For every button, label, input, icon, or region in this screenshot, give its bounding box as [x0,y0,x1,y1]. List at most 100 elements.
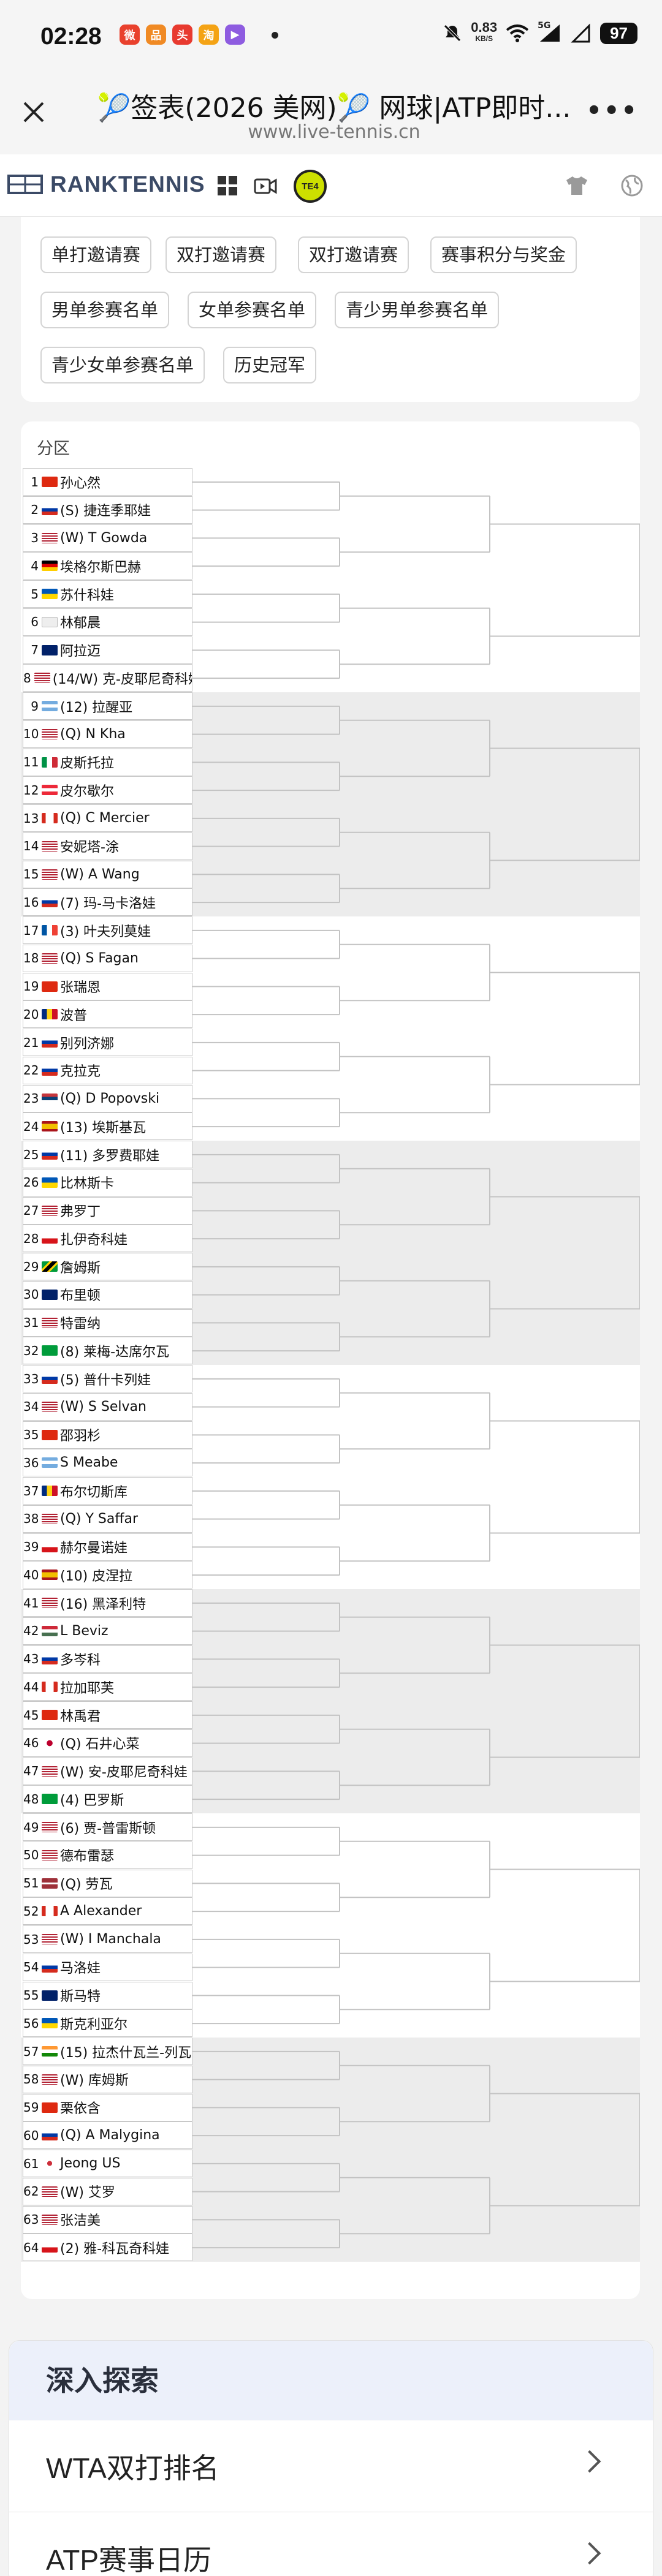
draw-position: 17 [23,923,39,938]
explore-link[interactable]: WTA双打排名 [9,2420,653,2512]
tag-link[interactable]: 男单参赛名单 [40,292,170,328]
player-row[interactable]: 3 (W) T Gowda [23,524,192,552]
player-row[interactable]: 55 斯马特 [23,1981,192,2009]
player-row[interactable]: 23 (Q) D Popovski [23,1084,192,1112]
flag-icon [42,1849,58,1860]
draw-position: 34 [23,1399,39,1415]
draw-position: 43 [23,1652,39,1666]
player-row[interactable]: 61 Jeong US [23,2150,192,2177]
player-row[interactable]: 25 (11) 多罗费耶娃 [23,1141,192,1168]
player-row[interactable]: 30 布里顿 [23,1280,192,1309]
player-row[interactable]: 64 (2) 雅-科瓦奇科娃 [23,2234,192,2262]
player-row[interactable]: 46 (Q) 石井心菜 [23,1729,192,1757]
player-name: 多岑科 [60,1653,101,1668]
player-row[interactable]: 48 (4) 巴罗斯 [23,1785,192,1813]
player-row[interactable]: 60 (Q) A Malygina [23,2121,192,2150]
player-name: 布里顿 [60,1288,101,1304]
player-name: (W) A Wang [60,866,140,882]
flag-icon [42,1205,58,1216]
player-row[interactable]: 8 (14/W) 克-皮耶尼奇科娃 [23,664,192,692]
tag-link[interactable]: 双打邀请赛 [166,236,277,273]
player-row[interactable]: 26 比林斯卡 [23,1168,192,1196]
player-row[interactable]: 50 德布雷瑟 [23,1841,192,1869]
event-links-card: 单打邀请赛 双打邀请赛 双打邀请赛 赛事积分与奖金 男单参赛名单 女单参赛名单 … [21,217,640,402]
player-row[interactable]: 29 詹姆斯 [23,1253,192,1280]
page-url[interactable]: www.live-tennis.cn [92,121,576,143]
player-row[interactable]: 2 (S) 捷连季耶娃 [23,496,192,524]
player-row[interactable]: 28 扎伊奇科娃 [23,1225,192,1253]
player-row[interactable]: 56 斯克利亚尔 [23,2009,192,2038]
player-row[interactable]: 24 (13) 埃斯基瓦 [23,1112,192,1141]
draw-position: 48 [23,1791,39,1807]
player-row[interactable]: 51 (Q) 劳瓦 [23,1869,192,1897]
player-row[interactable]: 20 波普 [23,1000,192,1029]
player-row[interactable]: 36 S Meabe [23,1449,192,1477]
player-row[interactable]: 16 (7) 玛-马卡洛娃 [23,888,192,916]
player-row[interactable]: 13 (Q) C Mercier [23,804,192,832]
player-row[interactable]: 63 张洁美 [23,2205,192,2234]
tag-link[interactable]: 赛事积分与奖金 [430,236,577,273]
te4-badge[interactable]: TE4 [292,168,329,205]
player-name: (Q) Y Saffar [60,1511,139,1527]
player-row[interactable]: 14 安妮塔-涂 [23,832,192,860]
player-row[interactable]: 31 特雷纳 [23,1309,192,1337]
more-menu-button[interactable]: ••• [586,97,639,125]
tag-link[interactable]: 双打邀请赛 [298,236,409,273]
player-row[interactable]: 15 (W) A Wang [23,860,192,888]
player-row[interactable]: 21 别列济娜 [23,1029,192,1056]
player-row[interactable]: 42 L Beviz [23,1617,192,1645]
player-row[interactable]: 47 (W) 安-皮耶尼奇科娃 [23,1757,192,1785]
explore-link[interactable]: ATP赛事日历 [9,2512,653,2576]
player-row[interactable]: 41 (16) 黑泽利特 [23,1589,192,1617]
player-row[interactable]: 44 拉加耶芙 [23,1673,192,1701]
globe-icon[interactable] [619,173,645,198]
player-row[interactable]: 1 孙心然 [23,468,192,496]
explore-title: 深入探索 [9,2341,653,2420]
site-logo[interactable]: RANKTENNIS [7,172,205,197]
player-row[interactable]: 19 张瑞恩 [23,972,192,1000]
player-row[interactable]: 12 皮尔歇尔 [23,776,192,804]
player-row[interactable]: 40 (10) 皮涅拉 [23,1561,192,1589]
player-row[interactable]: 11 皮斯托拉 [23,748,192,776]
player-row[interactable]: 7 阿拉迈 [23,636,192,664]
player-row[interactable]: 10 (Q) N Kha [23,720,192,748]
player-row[interactable]: 27 弗罗丁 [23,1196,192,1225]
player-row[interactable]: 49 (6) 贾-普雷斯顿 [23,1813,192,1841]
player-row[interactable]: 6 林郁晨 [23,608,192,636]
player-row[interactable]: 37 布尔切斯库 [23,1477,192,1505]
player-row[interactable]: 45 林禹君 [23,1701,192,1729]
flag-icon [42,1990,58,2001]
grid-menu-icon[interactable] [215,173,240,198]
player-row[interactable]: 35 邵羽杉 [23,1421,192,1449]
player-row[interactable]: 33 (5) 普什卡列娃 [23,1365,192,1392]
player-row[interactable]: 62 (W) 艾罗 [23,2177,192,2205]
player-row[interactable]: 58 (W) 库姆斯 [23,2065,192,2093]
player-row[interactable]: 54 马洛娃 [23,1953,192,1981]
video-icon[interactable] [253,173,278,198]
player-row[interactable]: 38 (Q) Y Saffar [23,1505,192,1533]
player-row[interactable]: 53 (W) I Manchala [23,1925,192,1953]
player-name: 弗罗丁 [60,1204,101,1220]
player-row[interactable]: 18 (Q) S Fagan [23,944,192,972]
close-button[interactable] [18,97,49,127]
draw-position: 45 [23,1707,39,1723]
player-row[interactable]: 9 (12) 拉醒亚 [23,692,192,720]
player-row[interactable]: 4 埃格尔斯巴赫 [23,552,192,580]
tag-link[interactable]: 青少女单参赛名单 [40,347,205,383]
player-row[interactable]: 59 栗依含 [23,2093,192,2121]
player-row[interactable]: 57 (15) 拉杰什瓦兰-列瓦蒂 [23,2038,192,2065]
player-row[interactable]: 52 A Alexander [23,1897,192,1925]
player-row[interactable]: 5 苏什科娃 [23,580,192,608]
player-row[interactable]: 43 多岑科 [23,1645,192,1673]
player-row[interactable]: 22 克拉克 [23,1056,192,1084]
tag-link[interactable]: 青少男单参赛名单 [335,292,500,328]
tag-link[interactable]: 单打邀请赛 [40,236,152,273]
player-row[interactable]: 39 赫尔曼诺娃 [23,1533,192,1561]
player-row[interactable]: 34 (W) S Selvan [23,1392,192,1421]
player-row[interactable]: 32 (8) 莱梅-达席尔瓦 [23,1337,192,1365]
tag-link[interactable]: 历史冠军 [223,347,317,383]
flag-icon [42,1373,58,1384]
shirt-icon[interactable] [564,173,590,198]
tag-link[interactable]: 女单参赛名单 [188,292,317,328]
player-row[interactable]: 17 (3) 叶夫列莫娃 [23,916,192,944]
